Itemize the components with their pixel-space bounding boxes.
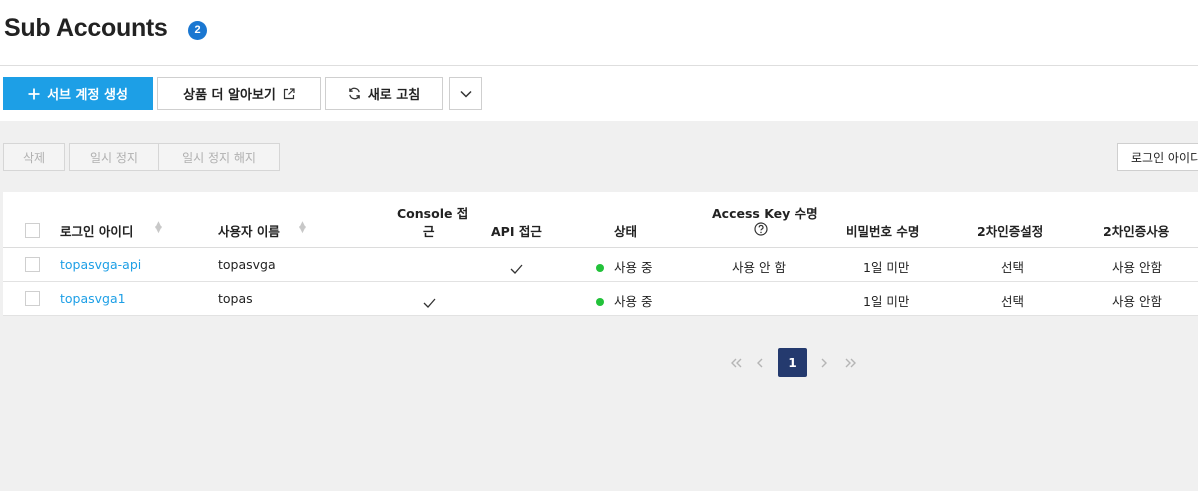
- learn-more-label: 상품 더 알아보기: [183, 88, 276, 103]
- count-badge: 2: [188, 21, 207, 40]
- help-circle-icon[interactable]: [754, 221, 768, 240]
- create-sub-account-label: 서브 계정 생성: [47, 88, 128, 103]
- two-factor-setting: 선택: [1001, 260, 1025, 275]
- refresh-icon: [348, 87, 361, 100]
- password-expiry: 1일 미만: [863, 260, 910, 275]
- status-text: 사용 중: [596, 257, 652, 276]
- column-two-factor-use: 2차인증사용: [1103, 224, 1170, 239]
- column-login-id[interactable]: 로그인 아이디: [60, 221, 133, 240]
- suspend-button[interactable]: 일시 정지: [69, 143, 159, 171]
- first-page-icon[interactable]: [726, 348, 746, 378]
- status-dot-icon: [596, 263, 604, 272]
- select-all-checkbox[interactable]: [25, 223, 40, 238]
- user-name: topasvga: [218, 257, 276, 272]
- column-console-access-line1: Console 접: [397, 206, 469, 221]
- learn-more-button[interactable]: 상품 더 알아보기: [157, 77, 321, 110]
- login-id-link[interactable]: topasvga-api: [60, 257, 141, 272]
- page-title: Sub Accounts: [4, 14, 168, 42]
- search-field-select[interactable]: 로그인 아이디: [1117, 143, 1198, 171]
- previous-page-icon[interactable]: [753, 348, 767, 378]
- delete-button[interactable]: 삭제: [3, 143, 65, 171]
- refresh-label: 새로 고침: [367, 88, 421, 103]
- user-name: topas: [218, 291, 253, 306]
- content-area: 삭제 일시 정지 일시 정지 해지 로그인 아이디 로그인 아이디 ▲ ▼ 사용자…: [0, 121, 1198, 491]
- column-user-name[interactable]: 사용자 이름: [218, 221, 280, 240]
- table-row[interactable]: topasvga-api topasvga 사용 중 사용 안 함 1일 미만 …: [3, 248, 1198, 282]
- refresh-button[interactable]: 새로 고침: [325, 77, 443, 110]
- row-checkbox[interactable]: [25, 257, 40, 272]
- login-id-link[interactable]: topasvga1: [60, 291, 126, 306]
- plus-icon: [28, 88, 40, 100]
- sort-login-id-icon[interactable]: ▲ ▼: [155, 221, 162, 235]
- page-header: Sub Accounts 2: [0, 0, 1198, 66]
- last-page-icon[interactable]: [840, 348, 860, 378]
- table-row[interactable]: topasvga1 topas 사용 중 1일 미만 선택 사용 안함: [3, 282, 1198, 316]
- two-factor-use: 사용 안함: [1112, 294, 1162, 309]
- column-status: 상태: [614, 224, 638, 239]
- two-factor-use: 사용 안함: [1112, 260, 1162, 275]
- chevron-down-icon: [459, 90, 472, 98]
- status-text: 사용 중: [596, 291, 652, 310]
- column-password-expiry: 비밀번호 수명: [846, 224, 920, 239]
- column-access-key-expiry: Access Key 수명: [712, 206, 818, 221]
- two-factor-setting: 선택: [1001, 294, 1025, 309]
- api-access-check-icon: [510, 259, 523, 278]
- password-expiry: 1일 미만: [863, 294, 910, 309]
- console-access-check-icon: [423, 293, 436, 312]
- sort-user-name-icon[interactable]: ▲ ▼: [299, 221, 306, 235]
- create-sub-account-button[interactable]: 서브 계정 생성: [3, 77, 153, 110]
- column-two-factor-setting: 2차인증설정: [977, 224, 1044, 239]
- next-page-icon[interactable]: [817, 348, 831, 378]
- unsuspend-button[interactable]: 일시 정지 해지: [158, 143, 280, 171]
- column-api-access: API 접근: [491, 224, 542, 239]
- status-dot-icon: [596, 297, 604, 306]
- row-checkbox[interactable]: [25, 291, 40, 306]
- external-link-icon: [283, 87, 295, 100]
- more-dropdown-button[interactable]: [449, 77, 482, 110]
- access-key-expiry: 사용 안 함: [732, 260, 786, 275]
- column-console-access-line2: 근: [423, 224, 435, 239]
- page-number-current[interactable]: 1: [778, 348, 807, 377]
- table-header: 로그인 아이디 ▲ ▼ 사용자 이름 ▲ ▼ Console 접 근 API 접근 …: [3, 192, 1198, 248]
- sub-accounts-table: 로그인 아이디 ▲ ▼ 사용자 이름 ▲ ▼ Console 접 근 API 접근 …: [3, 192, 1198, 316]
